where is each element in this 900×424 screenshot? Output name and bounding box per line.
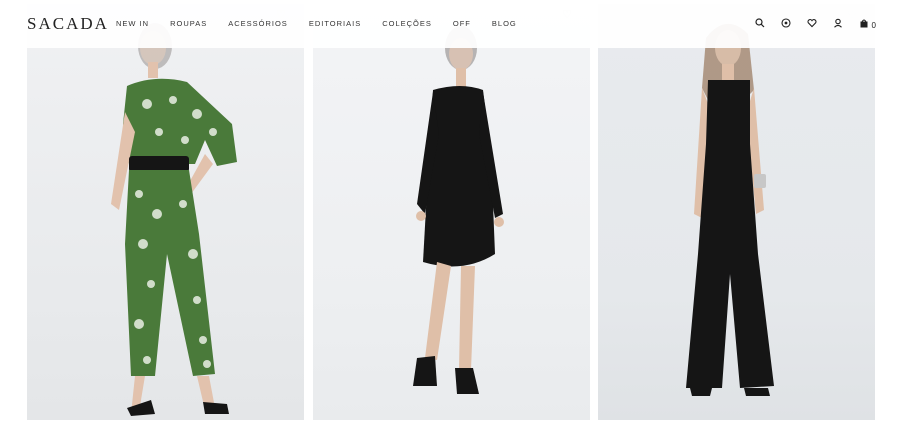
- product-card[interactable]: ♡: [27, 4, 304, 420]
- product-image-black-jumpsuit[interactable]: [598, 4, 875, 420]
- main-nav: NEW IN ROUPAS ACESSÓRIOS EDITORIAIS COLE…: [116, 19, 538, 28]
- header-icons: 0: [741, 16, 876, 30]
- product-image-green-jumpsuit[interactable]: [27, 4, 304, 420]
- product-listing-page: ♡: [0, 0, 900, 424]
- product-card[interactable]: ♡: [598, 4, 875, 420]
- nav-item-colecoes[interactable]: COLEÇÕES: [382, 19, 432, 28]
- nav-item-roupas[interactable]: ROUPAS: [170, 19, 207, 28]
- nav-item-new-in[interactable]: NEW IN: [116, 19, 149, 28]
- product-image-black-dress[interactable]: [313, 4, 590, 420]
- nav-item-off[interactable]: OFF: [453, 19, 471, 28]
- shopping-bag-icon[interactable]: [857, 16, 871, 30]
- brand-logo[interactable]: SACADA: [27, 14, 109, 34]
- location-pin-icon[interactable]: [779, 16, 793, 30]
- search-icon[interactable]: [753, 16, 767, 30]
- product-card[interactable]: ♡: [313, 4, 590, 420]
- site-header: SACADA NEW IN ROUPAS ACESSÓRIOS EDITORIA…: [0, 0, 900, 48]
- nav-item-acessorios[interactable]: ACESSÓRIOS: [228, 19, 288, 28]
- nav-item-blog[interactable]: BLOG: [492, 19, 517, 28]
- cart-count: 0: [871, 21, 876, 30]
- heart-icon[interactable]: [805, 16, 819, 30]
- nav-item-editoriais[interactable]: EDITORIAIS: [309, 19, 361, 28]
- product-grid: ♡: [27, 4, 875, 420]
- user-icon[interactable]: [831, 16, 845, 30]
